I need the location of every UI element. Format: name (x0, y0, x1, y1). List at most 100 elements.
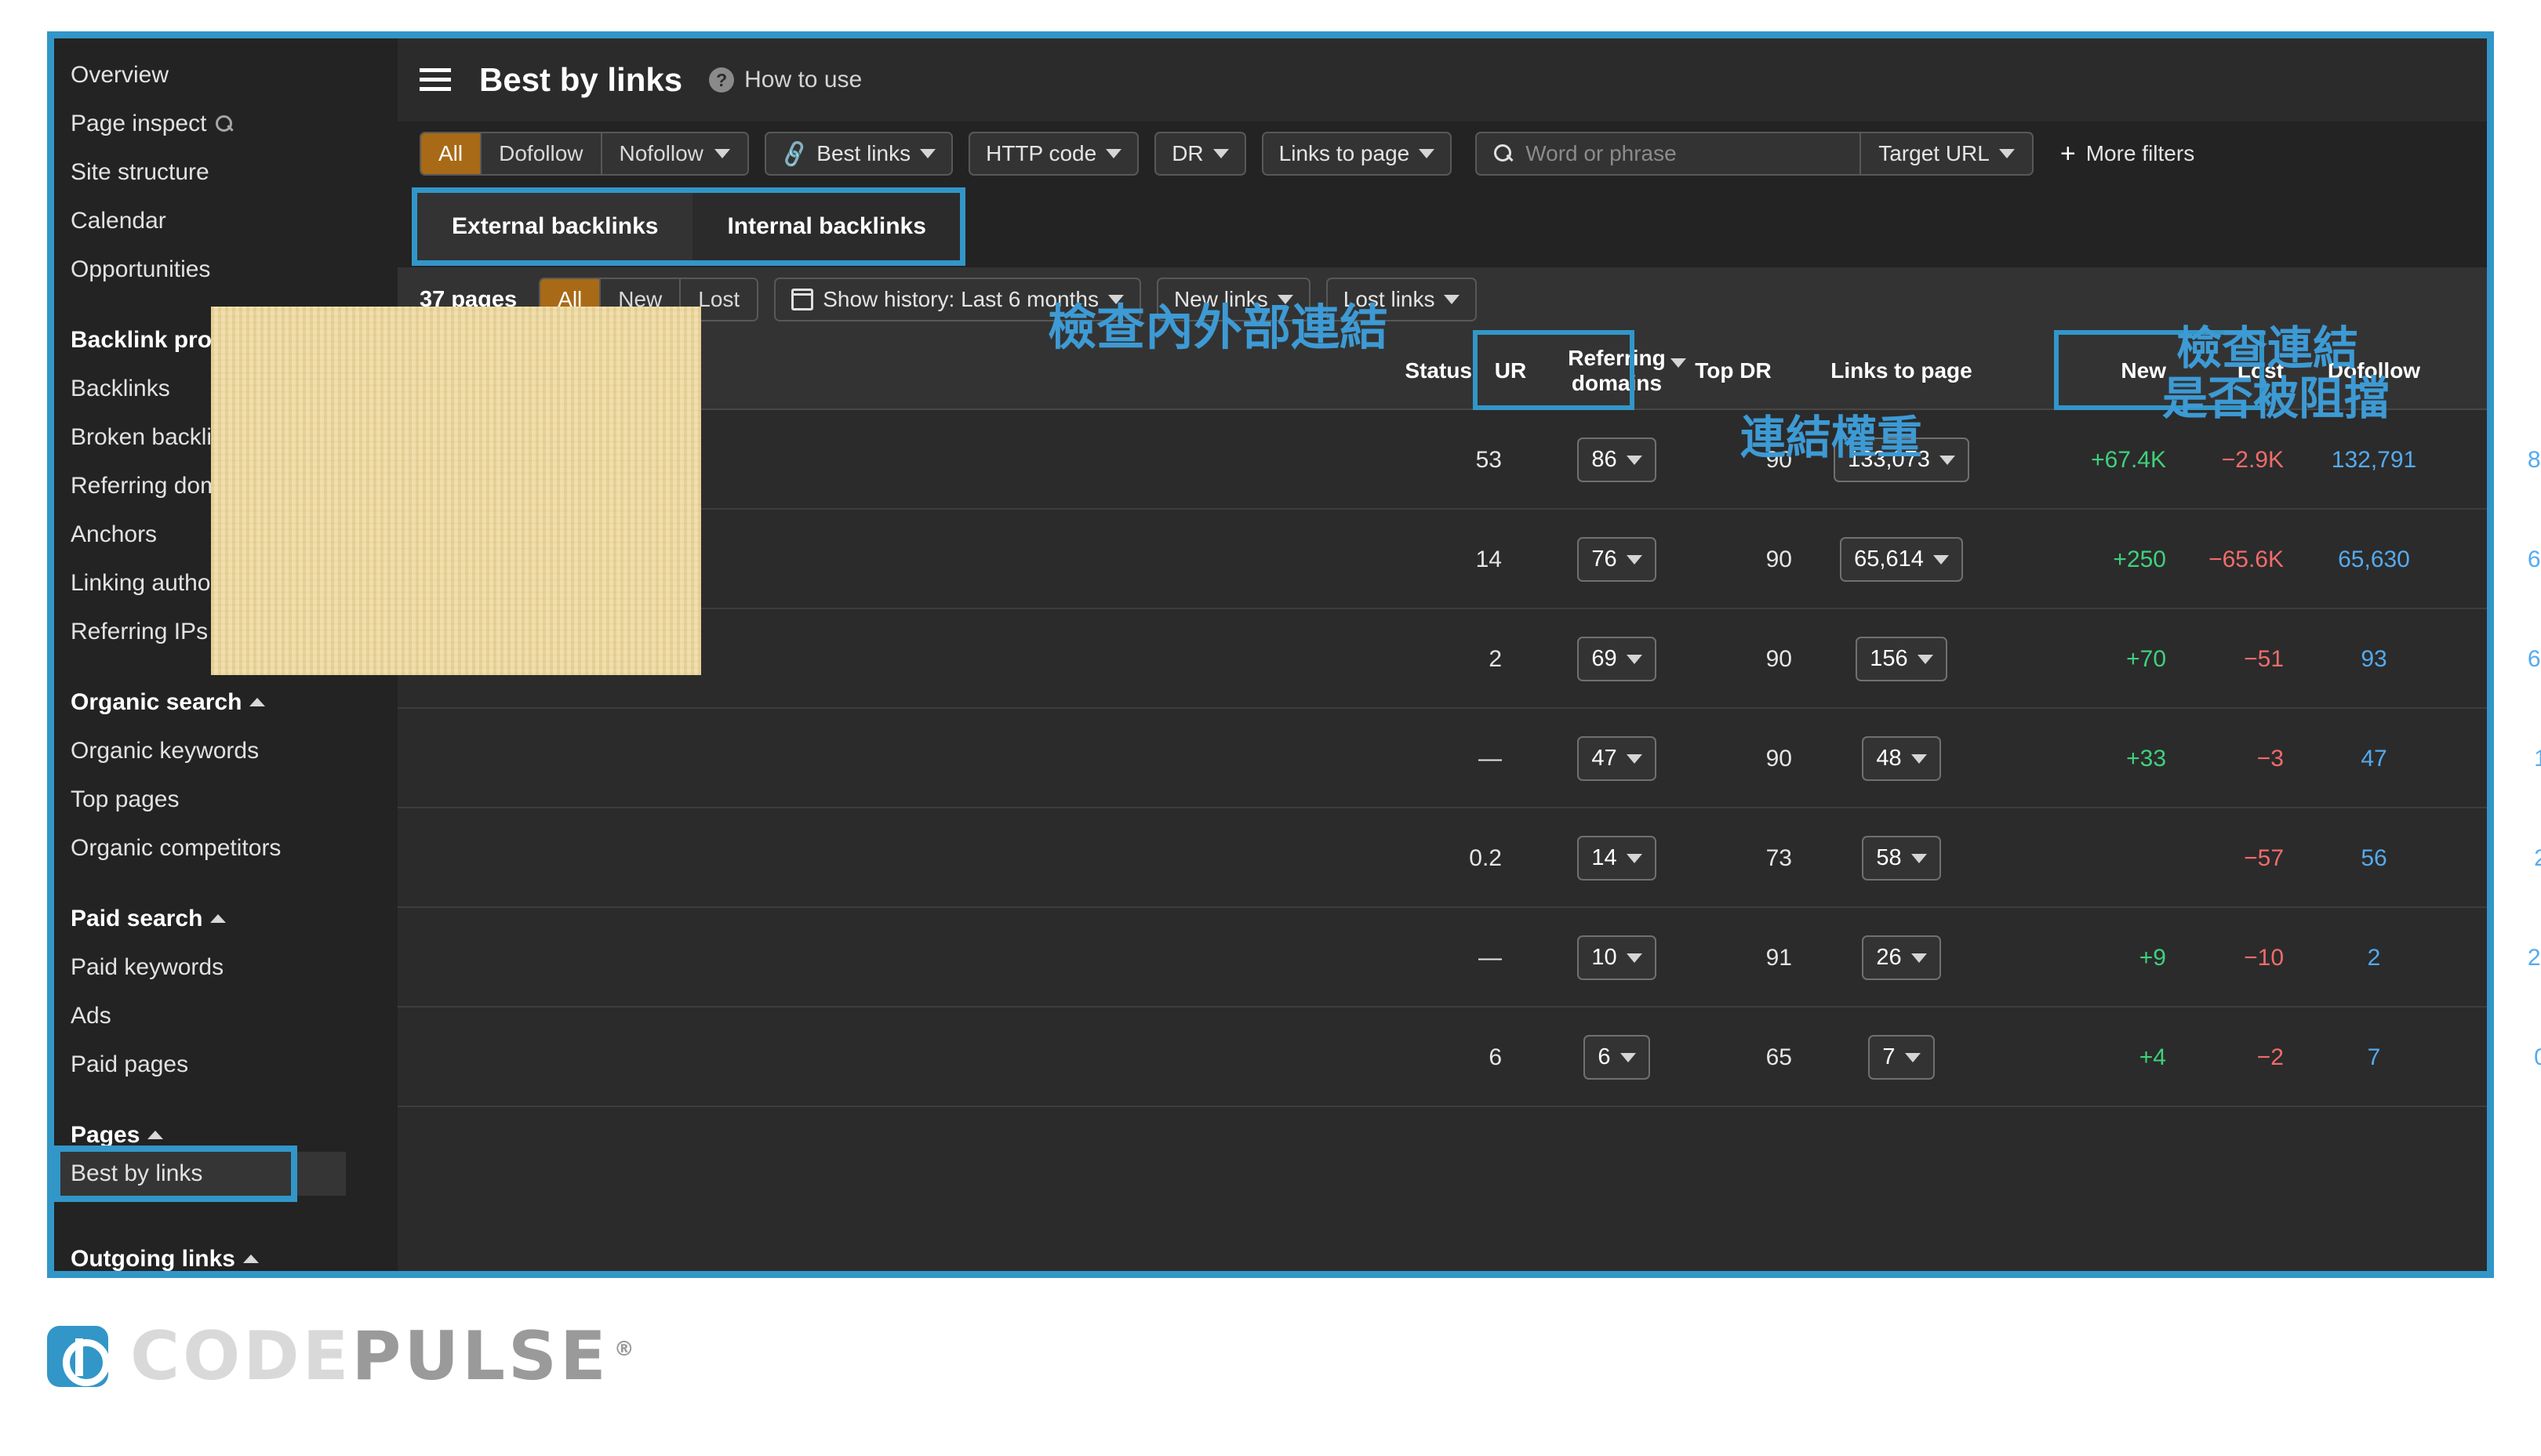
sidebar-item-opportunities[interactable]: Opportunities (54, 245, 398, 294)
cell-dofollow[interactable]: 2 (2292, 908, 2456, 1008)
cell-lost: −10 (2244, 944, 2284, 971)
cell-dofollow[interactable]: 93 (2292, 609, 2456, 709)
dr-dropdown[interactable]: DR (1154, 132, 1246, 176)
chevron-down-icon (1626, 753, 1642, 764)
sidebar-group-paid-search[interactable]: Paid search (54, 895, 398, 943)
sidebar-item-paid-pages[interactable]: Paid pages (54, 1040, 398, 1089)
cell-nofollow[interactable]: 62 (2456, 510, 2541, 609)
chevron-down-icon (1619, 1052, 1636, 1062)
sidebar-item-top-pages[interactable]: Top pages (54, 775, 398, 824)
cell-new: +9 (2139, 944, 2166, 971)
cell-dofollow[interactable]: 7 (2292, 1008, 2456, 1107)
sidebar-item-organic-competitors[interactable]: Organic competitors (54, 824, 398, 873)
filter-all[interactable]: All (421, 133, 482, 174)
cell-nofollow[interactable]: 0 (2456, 1008, 2541, 1107)
sidebar-group-organic-search[interactable]: Organic search (54, 678, 398, 727)
target-url-label: Target URL (1878, 141, 1990, 165)
cell-nofollow[interactable]: 84 (2456, 410, 2541, 510)
chevron-up-icon (243, 1254, 259, 1264)
column-header-nofollow[interactable]: Nofollow (2456, 332, 2541, 410)
table-row[interactable]: 6 6 65 7 +4 −2 7 0 (398, 1008, 2541, 1107)
sidebar-item-label: Organic competitors (71, 835, 282, 861)
sidebar-item-site-structure[interactable]: Site structure (54, 148, 398, 197)
chevron-down-icon (1904, 1052, 1921, 1062)
sidebar-group-label: Outgoing links (71, 1246, 235, 1272)
cell-ur: — (1478, 745, 1502, 772)
cell-links-to-page[interactable]: 48 (1801, 709, 2001, 808)
sidebar-item-label: Backlinks (71, 376, 170, 401)
sidebar-item-ads[interactable]: Ads (54, 992, 398, 1040)
cell-referring-domains[interactable]: 69 (1544, 609, 1689, 709)
column-header-links-to-page[interactable]: Links to page (1801, 332, 2001, 410)
filter-nofollow-label: Nofollow (619, 141, 703, 165)
cell-links-to-page[interactable]: 65,614 (1801, 510, 2001, 609)
cell-nofollow[interactable]: 2 (2456, 808, 2541, 908)
cell-links-to-page-value: 7 (1882, 1044, 1896, 1069)
chevron-down-icon (1626, 554, 1642, 565)
cell-links-to-page-value: 156 (1870, 646, 1908, 671)
cell-referring-domains[interactable]: 47 (1544, 709, 1689, 808)
sidebar-item-paid-keywords[interactable]: Paid keywords (54, 943, 398, 992)
cell-links-to-page[interactable]: 7 (1801, 1008, 2001, 1107)
annotation-check-internal-external-links: 檢查內外部連結 (1048, 299, 1389, 356)
cell-new: +4 (2139, 1044, 2166, 1070)
cell-referring-domains[interactable]: 14 (1544, 808, 1689, 908)
cell-links-to-page-value: 48 (1876, 746, 1902, 771)
cell-dofollow[interactable]: 47 (2292, 709, 2456, 808)
cell-links-to-page-value: 58 (1876, 845, 1902, 870)
cell-top-dr: 90 (1765, 645, 1792, 672)
cell-dofollow[interactable]: 56 (2292, 808, 2456, 908)
search-input[interactable]: Word or phrase (1477, 133, 1862, 174)
best-links-label: Best links (816, 141, 911, 165)
cell-referring-domains[interactable]: 6 (1544, 1008, 1689, 1107)
cell-ur: — (1478, 944, 1502, 971)
cell-nofollow[interactable]: 63 (2456, 609, 2541, 709)
cell-links-to-page[interactable]: 26 (1801, 908, 2001, 1008)
how-to-use-link[interactable]: ? How to use (709, 67, 862, 93)
chevron-down-icon (1910, 753, 1927, 764)
cell-dofollow[interactable]: 65,630 (2292, 510, 2456, 609)
best-links-dropdown[interactable]: 🔗 Best links (764, 132, 954, 176)
cell-nofollow[interactable]: 24 (2456, 908, 2541, 1008)
table-row[interactable]: — 10 91 26 +9 −10 2 24 (398, 908, 2541, 1008)
search-group: Word or phrase Target URL (1475, 132, 2034, 176)
sidebar-item-label: Overview (71, 62, 169, 88)
table-row[interactable]: 2 69 90 156 +70 −51 93 63 (398, 609, 2541, 709)
search-placeholder: Word or phrase (1525, 141, 1677, 165)
sidebar-item-overview[interactable]: Overview (54, 51, 398, 100)
cell-new: +70 (2126, 645, 2166, 672)
table-row[interactable]: 0.2 14 73 58 −57 56 2 (398, 808, 2541, 908)
cell-lost: −65.6K (2208, 546, 2284, 572)
sidebar-group-outgoing-links[interactable]: Outgoing links (54, 1235, 398, 1284)
cell-ur: 2 (1489, 645, 1502, 672)
search-icon (1494, 144, 1513, 163)
hamburger-icon[interactable] (420, 67, 451, 93)
more-filters-button[interactable]: + More filters (2060, 140, 2194, 167)
links-to-page-dropdown[interactable]: Links to page (1261, 132, 1452, 176)
sidebar-item-calendar[interactable]: Calendar (54, 197, 398, 245)
filter-nofollow[interactable]: Nofollow (602, 133, 747, 174)
cell-referring-domains-value: 6 (1598, 1044, 1611, 1069)
page-header: Best by links ? How to use (398, 38, 2487, 122)
table-row[interactable]: 14 76 90 65,614 +250 −65.6K 65,630 62 (398, 510, 2541, 609)
sidebar-item-organic-keywords[interactable]: Organic keywords (54, 727, 398, 775)
cell-referring-domains[interactable]: 76 (1544, 510, 1689, 609)
cell-nofollow[interactable]: 1 (2456, 709, 2541, 808)
sidebar-item-page-inspect[interactable]: Page inspect (54, 100, 398, 148)
table-row[interactable]: — 47 90 48 +33 −3 47 1 (398, 709, 2541, 808)
sidebar-item-label: Linking authors (71, 570, 231, 596)
column-header-top-dr[interactable]: Top DR (1674, 332, 1792, 410)
chevron-down-icon (1444, 295, 1460, 304)
cell-referring-domains-value: 69 (1591, 646, 1617, 671)
cell-links-to-page[interactable]: 156 (1801, 609, 2001, 709)
cell-referring-domains[interactable]: 10 (1544, 908, 1689, 1008)
cell-referring-domains[interactable]: 86 (1544, 410, 1689, 510)
cell-links-to-page[interactable]: 58 (1801, 808, 2001, 908)
question-mark-icon: ? (709, 67, 735, 93)
more-filters-label: More filters (2085, 141, 2195, 165)
registered-trademark-icon: ® (613, 1338, 638, 1362)
http-code-dropdown[interactable]: HTTP code (969, 132, 1140, 176)
sidebar-item-label: Site structure (71, 159, 209, 185)
target-url-dropdown[interactable]: Target URL (1861, 133, 2032, 174)
filter-dofollow[interactable]: Dofollow (482, 133, 602, 174)
